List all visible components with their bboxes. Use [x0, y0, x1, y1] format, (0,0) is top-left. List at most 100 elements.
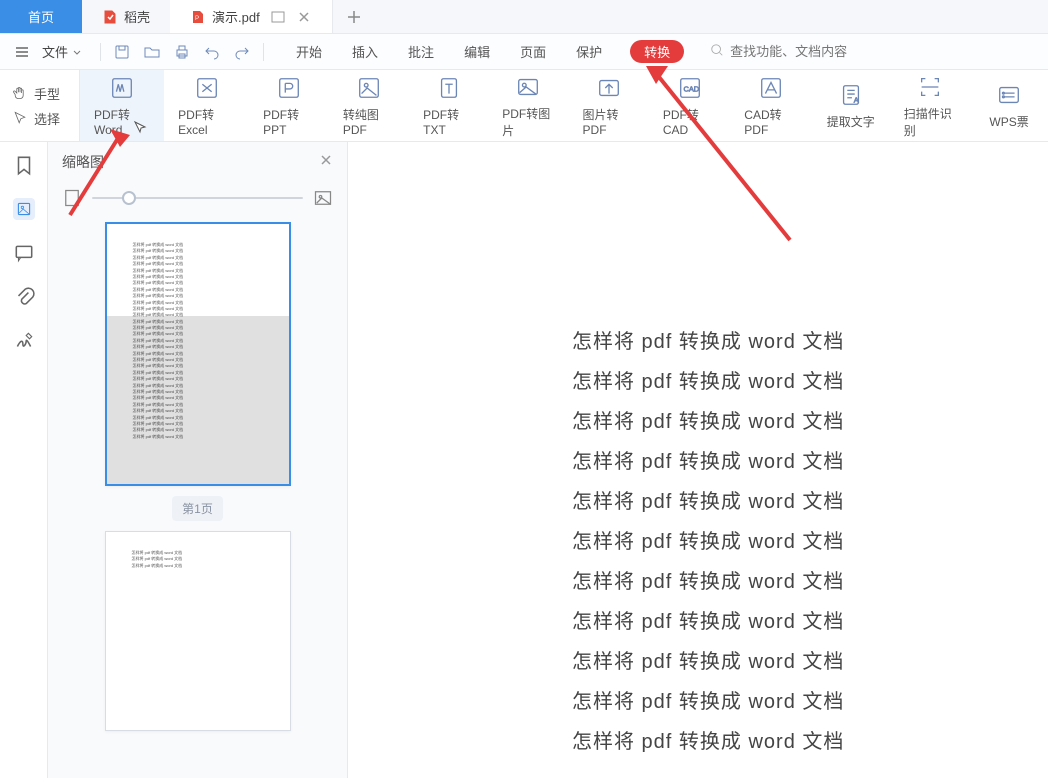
undo-icon[interactable]	[203, 43, 221, 61]
tool-label: PDF转Excel	[178, 106, 235, 137]
svg-text:P: P	[195, 16, 199, 22]
thumbnail-list: 怎样将 pdf 转换成 word 文档 怎样将 pdf 转换成 word 文档 …	[48, 218, 347, 778]
save-icon[interactable]	[113, 43, 131, 61]
preview-line: 怎样将 pdf 转换成 word 文档	[133, 363, 263, 369]
tab-active-document[interactable]: P 演示.pdf	[170, 0, 333, 33]
thumbnail-panel: 缩略图 怎样将 pdf 转换成 word 文档 怎样将 pdf 转换成 word…	[48, 142, 348, 778]
select-mode-button[interactable]: 选择	[12, 109, 79, 128]
menu-hamburger-icon[interactable]	[14, 44, 30, 60]
tool-label: PDF转TXT	[423, 106, 474, 137]
file-menu-label: 文件	[42, 42, 68, 61]
attachment-icon[interactable]	[13, 286, 35, 308]
ribbon-tools: PDF转Word PDF转Excel PDF转PPT 转纯图PDF PDF转TX…	[80, 70, 1048, 141]
doc-line: 怎样将 pdf 转换成 word 文档	[572, 482, 1048, 522]
thumbnail-zoom-slider[interactable]	[92, 197, 303, 199]
tool-pdf-to-excel[interactable]: PDF转Excel	[164, 70, 249, 141]
thumbnail-close-icon[interactable]	[319, 153, 333, 172]
tool-pdf-to-word[interactable]: PDF转Word	[80, 70, 164, 141]
tool-image-to-pdf[interactable]: 图片转PDF	[569, 70, 649, 141]
thumbnail-zoom-row	[48, 182, 347, 218]
select-mode-label: 选择	[34, 109, 60, 128]
tool-scan-ocr[interactable]: 扫描件识别	[890, 70, 970, 141]
ribbon-tab-protect[interactable]: 保护	[574, 40, 604, 63]
pdf-to-ppt-icon	[275, 74, 303, 102]
tool-pdf-to-cad[interactable]: CAD PDF转CAD	[649, 70, 730, 141]
quick-access-toolbar	[113, 43, 251, 61]
tool-pdf-to-image[interactable]: PDF转图片	[488, 70, 568, 141]
bookmark-icon[interactable]	[13, 154, 35, 176]
menu-bar: 文件 开始 插入 批注 编辑 页面 保护 转换	[0, 34, 1048, 70]
preview-line: 怎样将 pdf 转换成 word 文档	[133, 312, 263, 318]
tool-wps-invoice[interactable]: WPS票	[970, 70, 1048, 141]
tool-label: WPS票	[989, 113, 1028, 130]
thumbnail-header: 缩略图	[48, 142, 347, 182]
thumbnail-icon[interactable]	[13, 198, 35, 220]
image-to-pdf-icon	[595, 74, 623, 102]
preview-line: 怎样将 pdf 转换成 word 文档	[133, 402, 263, 408]
doc-line: 怎样将 pdf 转换成 word 文档	[572, 522, 1048, 562]
preview-line: 怎样将 pdf 转换成 word 文档	[133, 389, 263, 395]
ribbon-mode-area: 手型 选择	[0, 70, 80, 141]
search-icon[interactable]	[710, 43, 724, 60]
tool-cad-to-pdf[interactable]: CAD转PDF	[730, 70, 811, 141]
tab-docell[interactable]: 稻壳	[82, 0, 170, 33]
tool-pdf-to-txt[interactable]: PDF转TXT	[409, 70, 488, 141]
tool-label: PDF转图片	[502, 105, 554, 139]
preview-line: 怎样将 pdf 转换成 word 文档	[133, 319, 263, 325]
hand-mode-button[interactable]: 手型	[12, 84, 79, 103]
thumbnail-title: 缩略图	[62, 152, 104, 172]
comment-icon[interactable]	[13, 242, 35, 264]
preview-line: 怎样将 pdf 转换成 word 文档	[133, 344, 263, 350]
zoom-large-icon[interactable]	[313, 188, 333, 208]
preview-line: 怎样将 pdf 转换成 word 文档	[132, 563, 264, 569]
ribbon-tab-convert[interactable]: 转换	[630, 40, 684, 63]
slider-knob[interactable]	[122, 191, 136, 205]
print-icon[interactable]	[173, 43, 191, 61]
ribbon-tab-page[interactable]: 页面	[518, 40, 548, 63]
search-input[interactable]	[730, 44, 880, 59]
tool-label: PDF转Word	[94, 106, 150, 137]
preview-line: 怎样将 pdf 转换成 word 文档	[133, 351, 263, 357]
search-area	[710, 43, 880, 60]
scan-ocr-icon	[916, 73, 944, 101]
ribbon-tab-insert[interactable]: 插入	[350, 40, 380, 63]
new-tab-button[interactable]	[333, 0, 375, 33]
tab-docell-label: 稻壳	[124, 7, 150, 26]
doc-line: 怎样将 pdf 转换成 word 文档	[572, 722, 1048, 762]
thumbnail-preview: 怎样将 pdf 转换成 word 文档 怎样将 pdf 转换成 word 文档 …	[107, 224, 289, 484]
ribbon-tabs: 开始 插入 批注 编辑 页面 保护 转换	[294, 40, 684, 63]
tab-home[interactable]: 首页	[0, 0, 82, 33]
thumbnail-page-1[interactable]: 怎样将 pdf 转换成 word 文档 怎样将 pdf 转换成 word 文档 …	[105, 222, 291, 486]
tab-close-icon[interactable]	[296, 9, 312, 25]
doc-line: 怎样将 pdf 转换成 word 文档	[572, 362, 1048, 402]
tool-to-pureimage-pdf[interactable]: 转纯图PDF	[329, 70, 409, 141]
file-menu[interactable]: 文件	[36, 42, 88, 61]
ribbon-tab-start[interactable]: 开始	[294, 40, 324, 63]
document-view[interactable]: 怎样将 pdf 转换成 word 文档 怎样将 pdf 转换成 word 文档 …	[348, 142, 1048, 778]
thumbnail-page-label: 第1页	[172, 496, 223, 521]
thumbnail-page-2[interactable]: 怎样将 pdf 转换成 word 文档 怎样将 pdf 转换成 word 文档 …	[105, 531, 291, 731]
preview-line: 怎样将 pdf 转换成 word 文档	[133, 376, 263, 382]
redo-icon[interactable]	[233, 43, 251, 61]
svg-text:CAD: CAD	[683, 85, 699, 94]
tool-label: 扫描件识别	[904, 105, 956, 139]
chevron-down-icon	[72, 47, 82, 57]
pdf-to-image-icon	[514, 73, 542, 101]
folder-icon[interactable]	[143, 43, 161, 61]
thumbnail-preview: 怎样将 pdf 转换成 word 文档 怎样将 pdf 转换成 word 文档 …	[106, 532, 290, 730]
signature-icon[interactable]	[13, 330, 35, 352]
pdf-to-word-icon	[108, 74, 136, 102]
tool-pdf-to-ppt[interactable]: PDF转PPT	[249, 70, 329, 141]
tool-extract-text[interactable]: A 提取文字	[812, 70, 890, 141]
zoom-small-icon[interactable]	[62, 188, 82, 208]
cad-to-pdf-icon	[757, 74, 785, 102]
tab-window-icon[interactable]	[270, 9, 286, 25]
ribbon-tab-annotate[interactable]: 批注	[406, 40, 436, 63]
preview-line: 怎样将 pdf 转换成 word 文档	[133, 331, 263, 337]
preview-line: 怎样将 pdf 转换成 word 文档	[133, 434, 263, 440]
ribbon-tab-edit[interactable]: 编辑	[462, 40, 492, 63]
preview-line: 怎样将 pdf 转换成 word 文档	[133, 427, 263, 433]
svg-text:A: A	[854, 95, 859, 104]
tool-label: 提取文字	[827, 113, 875, 130]
tab-home-label: 首页	[28, 7, 54, 26]
